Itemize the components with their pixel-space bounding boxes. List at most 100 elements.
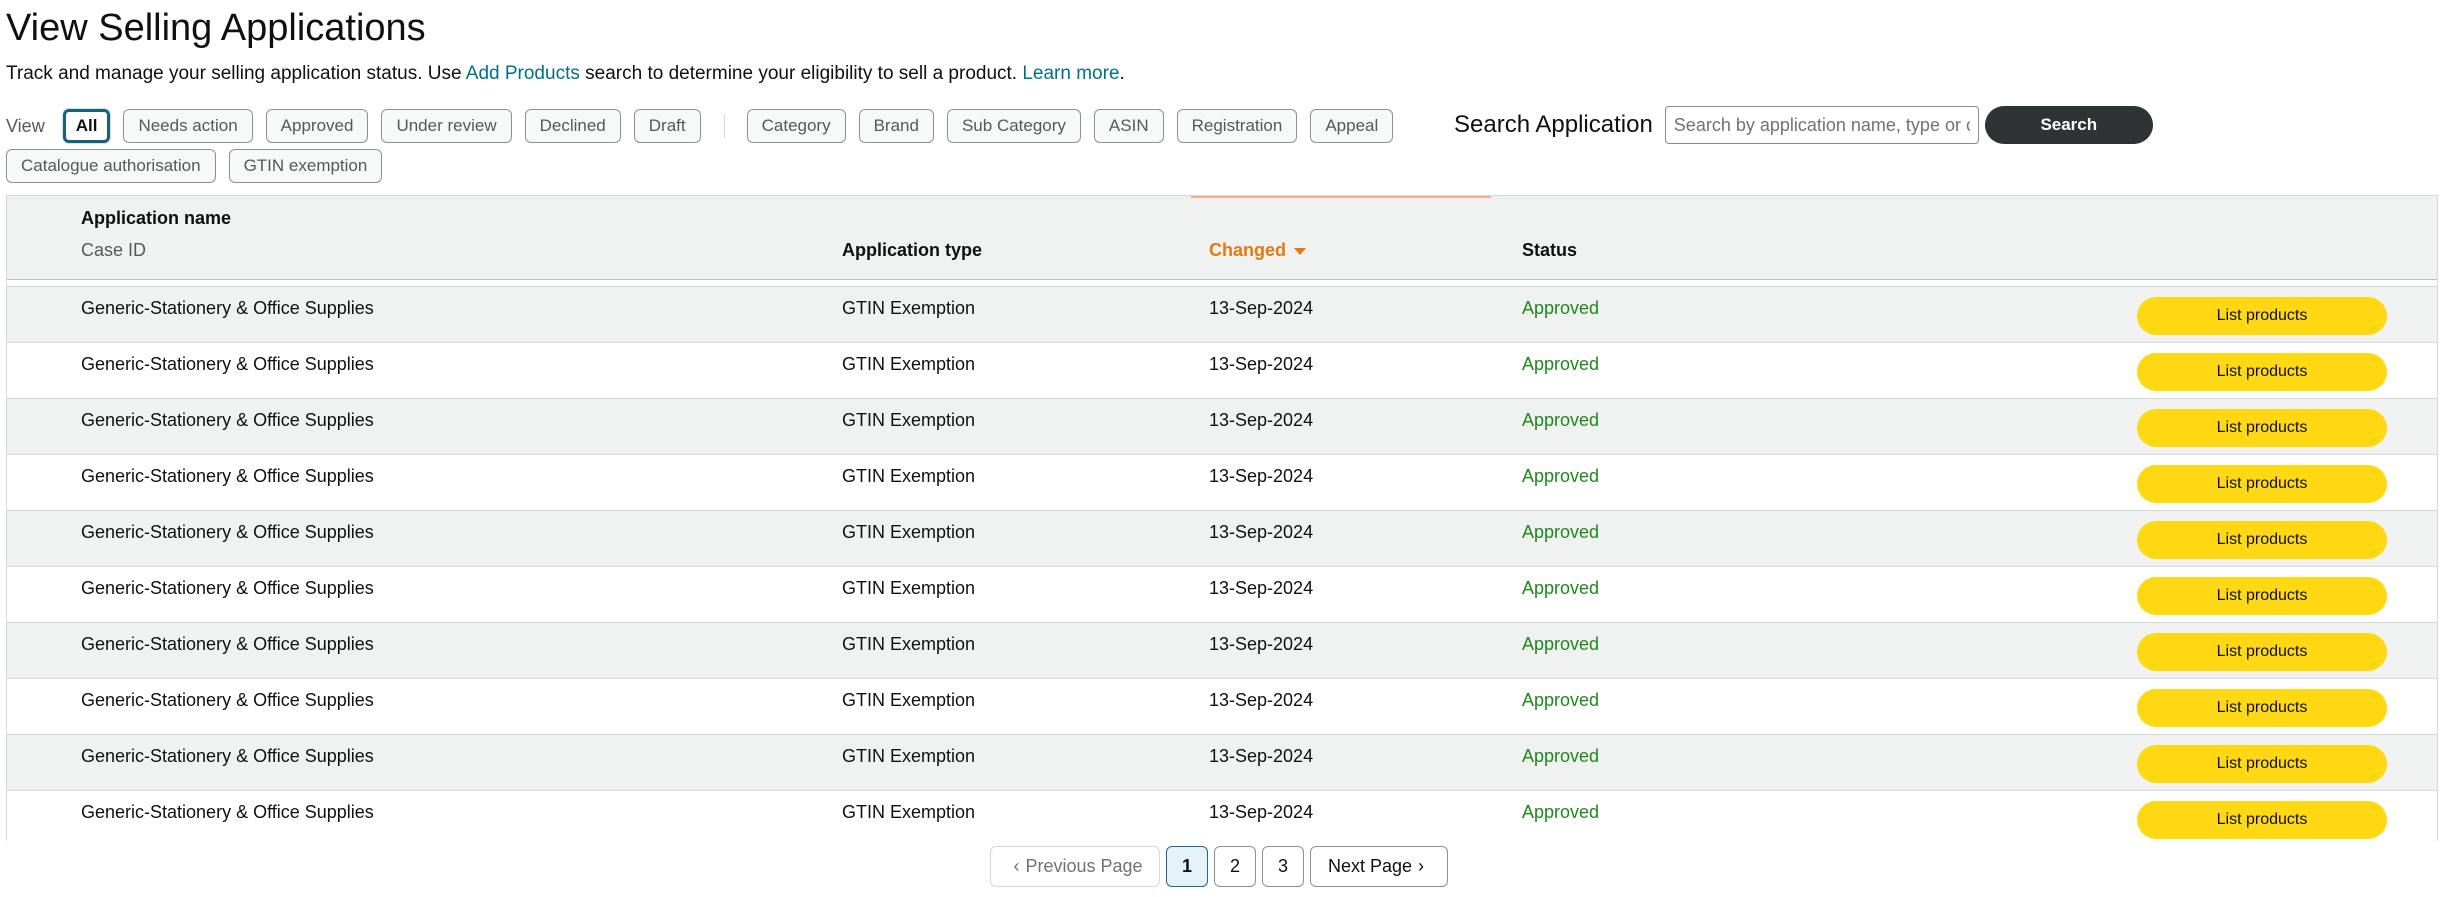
page-title: View Selling Applications bbox=[6, 7, 426, 49]
table-row: Generic-Stationery & Office Supplies GTIN… bbox=[7, 455, 2437, 511]
list-products-button[interactable]: List products bbox=[2137, 633, 2387, 671]
filter-pill-sub-category[interactable]: Sub Category bbox=[946, 109, 1081, 143]
status-cell: Approved bbox=[1522, 634, 1600, 654]
filter-pill-approved[interactable]: Approved bbox=[265, 109, 369, 143]
table-header: Application name Case ID Application typ… bbox=[7, 196, 2437, 280]
page-subtitle: Track and manage your selling applicatio… bbox=[6, 60, 1125, 88]
list-products-button[interactable]: List products bbox=[2137, 521, 2387, 559]
status-cell: Approved bbox=[1522, 746, 1600, 766]
application-name-cell: Generic-Stationery & Office Supplies bbox=[81, 522, 374, 542]
header-application-name[interactable]: Application name bbox=[81, 208, 231, 229]
application-name-cell: Generic-Stationery & Office Supplies bbox=[81, 802, 374, 822]
table-row: Generic-Stationery & Office Supplies GTIN… bbox=[7, 511, 2437, 567]
changed-date-cell: 13-Sep-2024 bbox=[1209, 298, 1314, 318]
application-type-cell: GTIN Exemption bbox=[842, 746, 976, 766]
subtitle-text: Track and manage your selling applicatio… bbox=[6, 63, 466, 84]
application-name-cell: Generic-Stationery & Office Supplies bbox=[81, 578, 374, 598]
changed-date-cell: 13-Sep-2024 bbox=[1209, 746, 1314, 766]
table-row: Generic-Stationery & Office Supplies GTIN… bbox=[7, 399, 2437, 455]
table-row: Generic-Stationery & Office Supplies GTIN… bbox=[7, 343, 2437, 399]
list-products-button[interactable]: List products bbox=[2137, 353, 2387, 391]
filter-pill-under-review[interactable]: Under review bbox=[381, 109, 512, 143]
application-type-cell: GTIN Exemption bbox=[842, 634, 976, 654]
status-cell: Approved bbox=[1522, 410, 1600, 430]
application-type-cell: GTIN Exemption bbox=[842, 802, 976, 822]
changed-date-cell: 13-Sep-2024 bbox=[1209, 522, 1314, 542]
search-input[interactable] bbox=[1664, 106, 1979, 144]
table-row: Generic-Stationery & Office Supplies GTIN… bbox=[7, 735, 2437, 791]
filter-pill-appeal[interactable]: Appeal bbox=[1310, 109, 1394, 143]
filter-pill-category[interactable]: Category bbox=[746, 109, 846, 143]
filter-bar: View All Needs action Approved Under review… bbox=[6, 107, 1436, 187]
list-products-button[interactable]: List products bbox=[2137, 689, 2387, 727]
subtitle-text-2: search to determine your eligibility to … bbox=[579, 63, 1023, 84]
table-row: Generic-Stationery & Office Supplies GTIN… bbox=[7, 623, 2437, 679]
changed-date-cell: 13-Sep-2024 bbox=[1209, 634, 1314, 654]
changed-date-cell: 13-Sep-2024 bbox=[1209, 802, 1314, 822]
application-name-cell: Generic-Stationery & Office Supplies bbox=[81, 354, 374, 374]
list-products-button[interactable]: List products bbox=[2137, 465, 2387, 503]
changed-date-cell: 13-Sep-2024 bbox=[1209, 354, 1314, 374]
list-products-button[interactable]: List products bbox=[2137, 745, 2387, 783]
header-case-id: Case ID bbox=[81, 240, 147, 260]
changed-date-cell: 13-Sep-2024 bbox=[1209, 466, 1314, 486]
application-type-cell: GTIN Exemption bbox=[842, 298, 976, 318]
changed-date-cell: 13-Sep-2024 bbox=[1209, 578, 1314, 598]
list-products-button[interactable]: List products bbox=[2137, 409, 2387, 447]
filter-pill-all[interactable]: All bbox=[62, 109, 111, 143]
sort-down-icon bbox=[1294, 247, 1307, 255]
list-products-button[interactable]: List products bbox=[2137, 577, 2387, 615]
table-row: Generic-Stationery & Office Supplies GTIN… bbox=[7, 567, 2437, 623]
application-type-cell: GTIN Exemption bbox=[842, 522, 976, 542]
next-page-button[interactable]: Next Page › bbox=[1310, 846, 1448, 887]
list-products-button[interactable]: List products bbox=[2137, 801, 2387, 839]
page-1-button[interactable]: 1 bbox=[1166, 846, 1208, 887]
application-type-cell: GTIN Exemption bbox=[842, 354, 976, 374]
list-products-button[interactable]: List products bbox=[2137, 297, 2387, 335]
filter-divider bbox=[723, 114, 725, 138]
changed-date-cell: 13-Sep-2024 bbox=[1209, 410, 1314, 430]
pagination: ‹ Previous Page 123 Next Page › bbox=[990, 846, 1454, 887]
filter-pill-asin[interactable]: ASIN bbox=[1093, 109, 1164, 143]
status-cell: Approved bbox=[1522, 466, 1600, 486]
application-name-cell: Generic-Stationery & Office Supplies bbox=[81, 298, 374, 318]
filter-pill-draft[interactable]: Draft bbox=[633, 109, 701, 143]
filter-pill-declined[interactable]: Declined bbox=[524, 109, 621, 143]
status-cell: Approved bbox=[1522, 690, 1600, 710]
add-products-link[interactable]: Add Products bbox=[466, 63, 580, 84]
filter-pill-needs-action[interactable]: Needs action bbox=[123, 109, 253, 143]
application-name-cell: Generic-Stationery & Office Supplies bbox=[81, 746, 374, 766]
search-button[interactable]: Search bbox=[1984, 106, 2153, 144]
application-type-cell: GTIN Exemption bbox=[842, 410, 976, 430]
filter-pill-catalogue-authorisation[interactable]: Catalogue authorisation bbox=[6, 149, 216, 183]
status-cell: Approved bbox=[1522, 298, 1600, 318]
header-application-type[interactable]: Application type bbox=[842, 240, 982, 261]
application-name-cell: Generic-Stationery & Office Supplies bbox=[81, 466, 374, 486]
application-type-cell: GTIN Exemption bbox=[842, 578, 976, 598]
learn-more-link[interactable]: Learn more bbox=[1022, 63, 1119, 84]
applications-table: Application name Case ID Application typ… bbox=[6, 195, 2438, 846]
table-row: Generic-Stationery & Office Supplies GTIN… bbox=[7, 679, 2437, 735]
status-cell: Approved bbox=[1522, 802, 1600, 822]
header-changed[interactable]: Changed bbox=[1209, 240, 1307, 261]
filter-pill-brand[interactable]: Brand bbox=[858, 109, 934, 143]
page-3-button[interactable]: 3 bbox=[1262, 846, 1304, 887]
application-name-cell: Generic-Stationery & Office Supplies bbox=[81, 410, 374, 430]
page-2-button[interactable]: 2 bbox=[1214, 846, 1256, 887]
status-cell: Approved bbox=[1522, 578, 1600, 598]
page-numbers: 123 bbox=[1166, 846, 1310, 887]
changed-date-cell: 13-Sep-2024 bbox=[1209, 690, 1314, 710]
filter-row-2: Catalogue authorisation GTIN exemption bbox=[6, 147, 1436, 185]
chevron-right-icon: › bbox=[1418, 856, 1425, 876]
table-row: Generic-Stationery & Office Supplies GTIN… bbox=[7, 791, 2437, 846]
application-type-cell: GTIN Exemption bbox=[842, 690, 976, 710]
filter-pill-registration[interactable]: Registration bbox=[1176, 109, 1298, 143]
previous-page-button[interactable]: ‹ Previous Page bbox=[990, 846, 1160, 887]
header-status[interactable]: Status bbox=[1522, 240, 1577, 261]
page: View Selling Applications Track and mana… bbox=[0, 0, 2449, 897]
table-row: Generic-Stationery & Office Supplies GTIN… bbox=[7, 287, 2437, 343]
view-label: View bbox=[6, 115, 45, 136]
status-cell: Approved bbox=[1522, 522, 1600, 542]
header-changed-label: Changed bbox=[1209, 240, 1287, 260]
filter-pill-gtin-exemption[interactable]: GTIN exemption bbox=[228, 149, 383, 183]
